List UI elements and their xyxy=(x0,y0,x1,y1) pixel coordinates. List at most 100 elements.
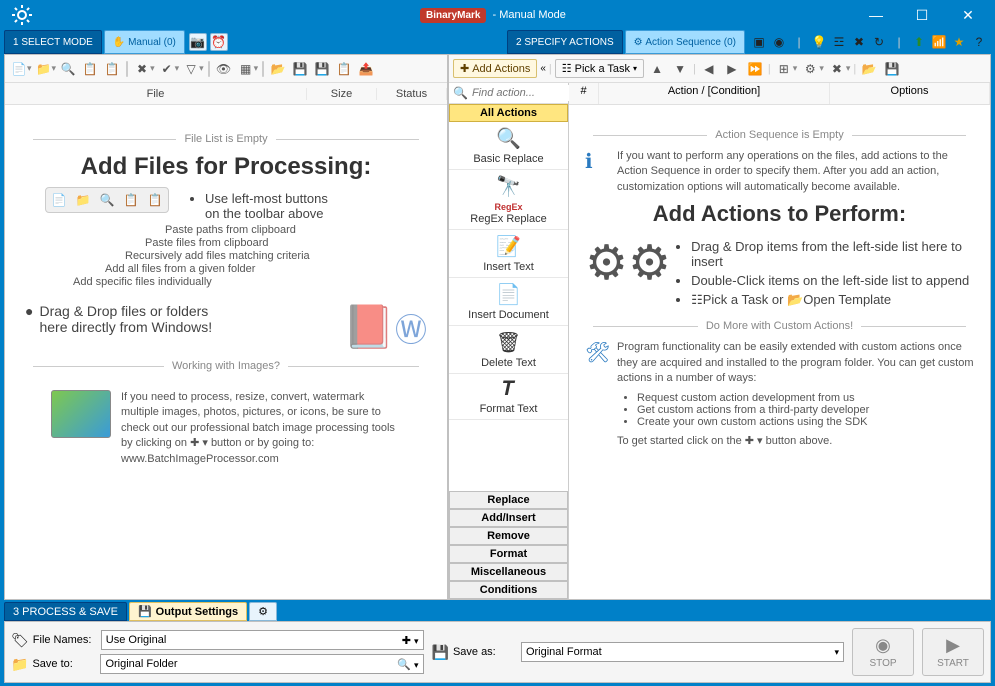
plus-small-icon: ✚ xyxy=(402,635,411,647)
images-divider-text: Working with Images? xyxy=(172,360,280,372)
add-file-button[interactable]: 📄 xyxy=(9,59,29,79)
tab-settings-gear[interactable]: ⚙ xyxy=(249,602,277,621)
tools-icon[interactable]: ✖ xyxy=(851,34,867,50)
export-button[interactable]: 📤 xyxy=(356,59,376,79)
custom-end-text: To get started click on the ✚ ▾ button a… xyxy=(617,434,974,449)
add-recursive-button[interactable]: 🔍 xyxy=(58,59,78,79)
bottom-bar: 3 PROCESS & SAVE 💾 Output Settings ⚙ 🏷 F… xyxy=(0,600,995,680)
format-text-icon: 𝑻 xyxy=(451,378,566,401)
target-icon[interactable]: ◉ xyxy=(771,34,787,50)
step-1-select-mode[interactable]: 1 SELECT MODE xyxy=(4,30,102,54)
mini-paste-files-icon[interactable]: 📋 xyxy=(120,190,142,210)
saveas-combo[interactable]: Original Format ▾ xyxy=(521,642,844,662)
magnifier-icon: 🔍 xyxy=(451,126,566,151)
step-3-process-save[interactable]: 3 PROCESS & SAVE xyxy=(4,602,127,621)
tab-output-settings[interactable]: 💾 Output Settings xyxy=(129,602,247,621)
cat-misc[interactable]: Miscellaneous xyxy=(449,563,568,581)
cat-format[interactable]: Format xyxy=(449,545,568,563)
undo-icon[interactable]: ◀ xyxy=(699,59,719,79)
start-button[interactable]: ▶ START xyxy=(922,628,984,676)
collapse-icon[interactable]: « xyxy=(540,63,546,74)
hint-line-2: on the toolbar above xyxy=(205,206,324,221)
minimize-button[interactable]: — xyxy=(853,0,899,30)
upload-icon[interactable]: ⬆ xyxy=(911,34,927,50)
maximize-button[interactable]: ☐ xyxy=(899,0,945,30)
hint-line-1: Use left-most buttons xyxy=(205,191,328,206)
separator xyxy=(126,61,128,77)
file-toolbar: 📄▾ 📁▾ 🔍 📋 📋 ✖▾ ✔▾ ▽▾ 👁 ▦▾ 📂 💾 💾 📋 📤 xyxy=(5,55,447,83)
check-button[interactable]: ✔ xyxy=(157,59,177,79)
action-insert-document[interactable]: 📄Insert Document xyxy=(449,278,568,326)
tab-manual[interactable]: ✋ Manual (0) xyxy=(104,30,185,54)
pick-task-text: Pick a Task or xyxy=(703,292,784,307)
paste-files-button[interactable]: 📋 xyxy=(80,59,100,79)
delete-icon[interactable]: ✖ xyxy=(827,59,847,79)
add-actions-label: Add Actions xyxy=(472,63,530,75)
redo-all-icon[interactable]: ⏩ xyxy=(745,59,765,79)
saveto-combo[interactable]: Original Folder 🔍 ▾ xyxy=(100,654,423,674)
rename-icon: 🏷 xyxy=(11,632,29,649)
down-arrow-icon[interactable]: ▼ xyxy=(670,59,690,79)
bulb-icon[interactable]: 💡 xyxy=(811,34,827,50)
grid-button[interactable]: ▦ xyxy=(236,59,256,79)
close-button[interactable]: ✕ xyxy=(945,0,991,30)
action-basic-replace[interactable]: 🔍Basic Replace xyxy=(449,122,568,170)
cat-conditions[interactable]: Conditions xyxy=(449,581,568,599)
action-label: RegEx Replace xyxy=(470,213,546,225)
mini-add-file-icon[interactable]: 📄 xyxy=(48,190,70,210)
start-label: START xyxy=(937,658,969,669)
save-template-icon[interactable]: 💾 xyxy=(882,59,902,79)
col-file[interactable]: File xyxy=(5,88,307,100)
tab-action-sequence[interactable]: ⚙ Action Sequence (0) xyxy=(625,30,745,54)
open-template-icon[interactable]: 📂 xyxy=(859,59,879,79)
gear-small-icon[interactable]: ⚙ xyxy=(800,59,820,79)
help-icon[interactable]: ? xyxy=(971,34,987,50)
all-actions-header[interactable]: All Actions xyxy=(449,104,568,122)
step-2-specify-actions[interactable]: 2 SPECIFY ACTIONS xyxy=(507,30,623,54)
camera-icon[interactable]: 📷 xyxy=(189,33,207,51)
filter-button[interactable]: ▽ xyxy=(181,59,201,79)
action-insert-text[interactable]: 📝Insert Text xyxy=(449,230,568,278)
star-icon[interactable]: ★ xyxy=(951,34,967,50)
saveto-value: Original Folder xyxy=(105,658,177,670)
add-folder-button[interactable]: 📁 xyxy=(34,59,54,79)
window-icon[interactable]: ▣ xyxy=(751,34,767,50)
toolbar-hint: Use left-most buttonson the toolbar abov… xyxy=(169,189,328,223)
pick-task-button[interactable]: ☷ Pick a Task ▾ xyxy=(555,59,644,78)
action-regex-replace[interactable]: 🔭RegExRegEx Replace xyxy=(449,170,568,230)
filenames-combo[interactable]: Use Original ✚ ▾ xyxy=(101,630,424,650)
add-actions-button[interactable]: ✚ Add Actions xyxy=(453,59,537,78)
action-format-text[interactable]: 𝑻Format Text xyxy=(449,374,568,420)
clock-icon[interactable]: ⏰ xyxy=(210,33,228,51)
up-arrow-icon[interactable]: ▲ xyxy=(647,59,667,79)
list-icon[interactable]: ☲ xyxy=(831,34,847,50)
layout-icon[interactable]: ⊞ xyxy=(774,59,794,79)
cat-replace[interactable]: Replace xyxy=(449,491,568,509)
action-empty-zone[interactable]: Action Sequence is Empty ℹ If you want t… xyxy=(569,105,990,599)
mini-search-icon[interactable]: 🔍 xyxy=(96,190,118,210)
preview-button[interactable]: 👁 xyxy=(214,59,234,79)
col-num[interactable]: # xyxy=(569,83,599,104)
paste-paths-button[interactable]: 📋 xyxy=(102,59,122,79)
remove-button[interactable]: ✖ xyxy=(132,59,152,79)
redo-icon[interactable]: ▶ xyxy=(722,59,742,79)
custom-opt-2: Get custom actions from a third-party de… xyxy=(637,404,974,416)
col-action[interactable]: Action / [Condition] xyxy=(599,83,830,104)
save-list-button[interactable]: 💾 xyxy=(290,59,310,79)
copy-button[interactable]: 📋 xyxy=(334,59,354,79)
wifi-icon[interactable]: 📶 xyxy=(931,34,947,50)
action-delete-text[interactable]: 🗑Delete Text xyxy=(449,326,568,374)
file-empty-zone[interactable]: File List is Empty Add Files for Process… xyxy=(5,105,447,599)
refresh-icon[interactable]: ↻ xyxy=(871,34,887,50)
custom-opt-1: Request custom action development from u… xyxy=(637,392,974,404)
cat-add-insert[interactable]: Add/Insert xyxy=(449,509,568,527)
stop-button[interactable]: ◉ STOP xyxy=(852,628,914,676)
cat-remove[interactable]: Remove xyxy=(449,527,568,545)
open-folder-button[interactable]: 📂 xyxy=(268,59,288,79)
mini-paste-paths-icon[interactable]: 📋 xyxy=(144,190,166,210)
col-size[interactable]: Size xyxy=(307,88,377,100)
col-status[interactable]: Status xyxy=(377,88,447,100)
mini-add-folder-icon[interactable]: 📁 xyxy=(72,190,94,210)
col-options[interactable]: Options xyxy=(830,83,990,104)
save-all-button[interactable]: 💾 xyxy=(312,59,332,79)
